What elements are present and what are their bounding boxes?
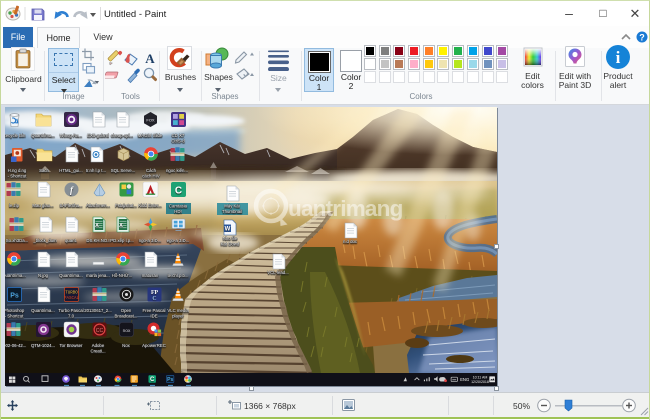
svg-text:FstajaSat...: FstajaSat... (115, 203, 137, 208)
svg-text:quant.: quant. (65, 238, 77, 243)
svg-text:PASCAL: PASCAL (64, 297, 80, 301)
svg-text:Broadcast...: Broadcast... (115, 314, 138, 319)
svg-text:Kat Dowd: Kat Dowd (221, 242, 240, 247)
svg-text:A: A (145, 51, 155, 66)
svg-text:Creati...: Creati... (90, 349, 105, 354)
svg-text:So.xh3Da...: So.xh3Da... (6, 238, 28, 243)
svg-text:HD!: HD! (174, 209, 181, 214)
svg-text:CtrlS-d: CtrlS-d (171, 139, 185, 144)
svg-text:cheap-spi...: cheap-spi... (111, 133, 133, 138)
svg-text:SAFleSha...: SAFleSha... (60, 203, 83, 208)
svg-text:Wincg-Ra...: Wincg-Ra... (60, 133, 82, 138)
svg-text:?: ? (639, 33, 645, 43)
svg-text:cách HIV: cách HIV (142, 174, 160, 179)
svg-text:uantrimang: uantrimang (288, 196, 403, 221)
svg-text:8-02-06-42...: 8-02-06-42... (5, 343, 26, 348)
svg-text:i: i (616, 48, 621, 67)
svg-text:Cách: Cách (146, 168, 157, 173)
svg-text:Hỗ-NHỮ...: Hỗ-NHỮ... (112, 273, 132, 278)
svg-text:Ps: Ps (167, 377, 173, 383)
svg-text:TURBO: TURBO (65, 292, 78, 296)
svg-text:SQL Serve...: SQL Serve... (111, 168, 135, 173)
svg-text:Open: Open (121, 308, 132, 313)
svg-text:10:11 AM: 10:11 AM (473, 376, 488, 380)
svg-text:Recycle Bin: Recycle Bin (5, 133, 26, 138)
svg-text:C: C (175, 186, 182, 197)
svg-text:Quantrima...: Quantrima... (5, 273, 26, 278)
svg-text:ego-a 3.Đ...: ego-a 3.Đ... (167, 238, 189, 243)
svg-text:- Shortcut: - Shortcut (5, 314, 24, 319)
svg-text:DS.KH.NO.I: DS.KH.NO.I (86, 238, 109, 243)
svg-text:ApowerREC: ApowerREC (142, 343, 166, 348)
svg-text:- Shortcut: - Shortcut (8, 174, 27, 179)
svg-text:Quantrima...: Quantrima... (59, 273, 83, 278)
svg-text:n.d doc: n.d doc (343, 239, 358, 244)
svg-text:Nox: Nox (122, 343, 130, 348)
svg-text:tr.nh l.p t...: tr.nh l.p t... (86, 168, 106, 173)
svg-text:Kidd Enter...: Kidd Enter... (138, 203, 161, 208)
svg-text:PD.xếp l.p...: PD.xếp l.p... (110, 238, 133, 243)
svg-text:7.0: 7.0 (68, 314, 75, 319)
svg-text:VLC media: VLC media (167, 308, 189, 313)
svg-text:MAGIX Slide: MAGIX Slide (138, 133, 163, 138)
svg-text:Turbo Pascal: Turbo Pascal (58, 308, 83, 313)
svg-text:Sách: Sách (39, 168, 49, 173)
svg-text:CC: CC (96, 328, 104, 334)
svg-text:nox: nox (123, 329, 131, 334)
svg-text:HTML_gui...: HTML_gui... (59, 168, 82, 173)
svg-text:ENG: ENG (460, 377, 469, 382)
svg-text:Tor Browser: Tor Browser (60, 343, 83, 348)
svg-text:Máy Kái: Máy Kái (224, 204, 240, 209)
svg-text:Camtasia: Camtasia (169, 204, 188, 209)
svg-text:H.ng d.ng: H.ng d.ng (8, 168, 27, 173)
svg-text:Free Pascal: Free Pascal (143, 308, 166, 313)
svg-text:QTM-1024...: QTM-1024... (31, 343, 55, 348)
svg-text:player: player (172, 314, 184, 319)
svg-text:_block_dum: _block_dum (32, 238, 57, 243)
svg-text:IDE: IDE (150, 314, 157, 319)
svg-text:Thumbnail: Thumbnail (222, 209, 242, 214)
svg-text:te.chl.p.b...: te.chl.p.b... (167, 273, 188, 278)
svg-text:ngo-a 3.Đ...: ngo-a 3.Đ... (139, 238, 161, 243)
svg-text:VCL-lead...: VCL-lead... (267, 270, 289, 275)
svg-text:C: C (152, 296, 156, 302)
svg-text:Adobe: Adobe (92, 343, 105, 348)
svg-text:Photoshop: Photoshop (5, 308, 25, 313)
svg-text:le.zip: le.zip (9, 203, 20, 208)
svg-text:20130617_2...: 20130617_2... (84, 308, 111, 313)
svg-text:Quantrima...: Quantrima... (31, 308, 55, 313)
svg-text:Attachmen...: Attachmen... (86, 203, 110, 208)
svg-text:Quantrima...: Quantrima... (31, 133, 55, 138)
svg-text:Nho file: Nho file (223, 236, 238, 241)
svg-text:marla jena...: marla jena... (86, 273, 110, 278)
svg-text:EX5-gclxml: EX5-gclxml (87, 133, 109, 138)
svg-text:C: C (150, 377, 155, 383)
svg-text:N.jpg: N.jpg (38, 273, 49, 278)
svg-text:CD X7: CD X7 (172, 133, 185, 138)
svg-text:Mau giao...: Mau giao... (32, 203, 53, 208)
svg-text:matusan: matusan (142, 273, 159, 278)
svg-text:12/20/2018: 12/20/2018 (471, 380, 489, 384)
svg-text:FOX: FOX (146, 118, 155, 123)
svg-text:ngoc kiến...: ngoc kiến... (166, 168, 188, 173)
